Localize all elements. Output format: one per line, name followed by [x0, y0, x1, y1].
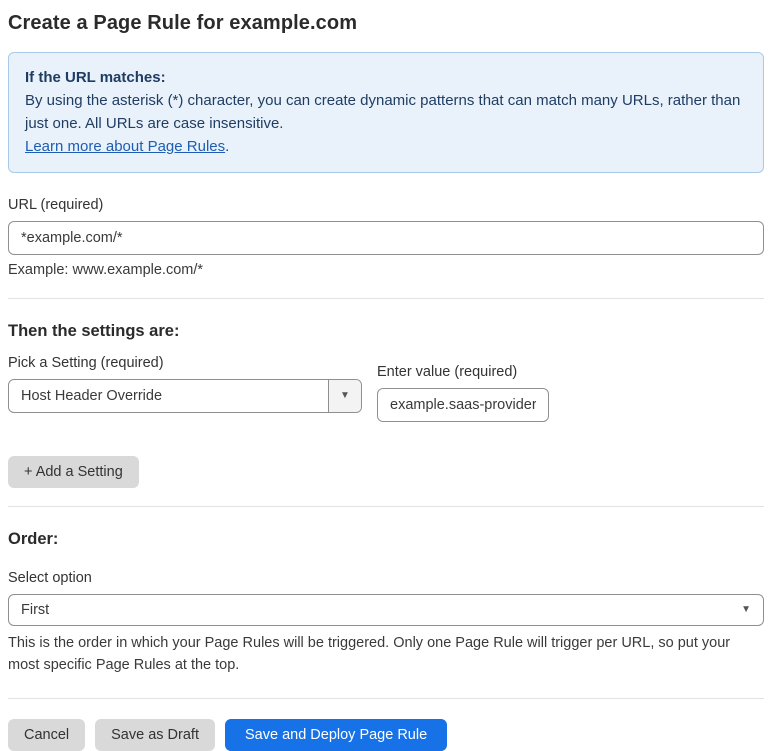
learn-more-link[interactable]: Learn more about Page Rules — [25, 138, 225, 155]
setting-select[interactable]: Host Header Override ▼ — [8, 379, 362, 413]
setting-select-arrow-segment[interactable]: ▼ — [328, 380, 361, 412]
value-field-label: Enter value (required) — [377, 364, 518, 380]
cancel-button[interactable]: Cancel — [8, 719, 86, 751]
setting-select-label: Pick a Setting (required) — [8, 355, 164, 371]
setting-column: Pick a Setting (required) Host Header Ov… — [8, 341, 362, 413]
order-section-heading: Order: — [8, 530, 59, 548]
url-input[interactable] — [8, 221, 764, 255]
footer-action-bar: Cancel Save as Draft Save and Deploy Pag… — [8, 719, 764, 751]
order-select-value: First — [21, 602, 50, 618]
divider — [8, 506, 764, 507]
add-setting-button[interactable]: + Add a Setting — [8, 456, 139, 488]
link-suffix: . — [225, 138, 230, 155]
page-title: Create a Page Rule for example.com — [8, 12, 358, 34]
divider — [8, 698, 764, 699]
settings-section-heading: Then the settings are: — [8, 322, 180, 340]
settings-row: Pick a Setting (required) Host Header Ov… — [8, 341, 764, 422]
setting-select-value: Host Header Override — [21, 388, 163, 404]
save-as-draft-button[interactable]: Save as Draft — [95, 719, 215, 751]
url-example-hint: Example: www.example.com/* — [8, 262, 204, 278]
url-match-info-box: If the URL matches: By using the asteris… — [8, 52, 764, 173]
setting-value-input[interactable] — [377, 388, 549, 422]
chevron-down-icon: ▼ — [741, 604, 751, 615]
url-field-label: URL (required) — [8, 197, 104, 213]
info-box-heading: If the URL matches: — [25, 69, 166, 86]
order-select-label: Select option — [8, 570, 92, 586]
info-box-link-line: Learn more about Page Rules. — [25, 135, 747, 158]
value-column: Enter value (required) — [377, 350, 549, 422]
save-and-deploy-button[interactable]: Save and Deploy Page Rule — [224, 719, 448, 751]
divider — [8, 298, 764, 299]
order-hint: This is the order in which your Page Rul… — [8, 635, 731, 673]
chevron-down-icon: ▼ — [340, 390, 350, 401]
order-select[interactable]: First ▼ — [8, 594, 764, 626]
info-box-body: By using the asterisk (*) character, you… — [25, 92, 741, 132]
